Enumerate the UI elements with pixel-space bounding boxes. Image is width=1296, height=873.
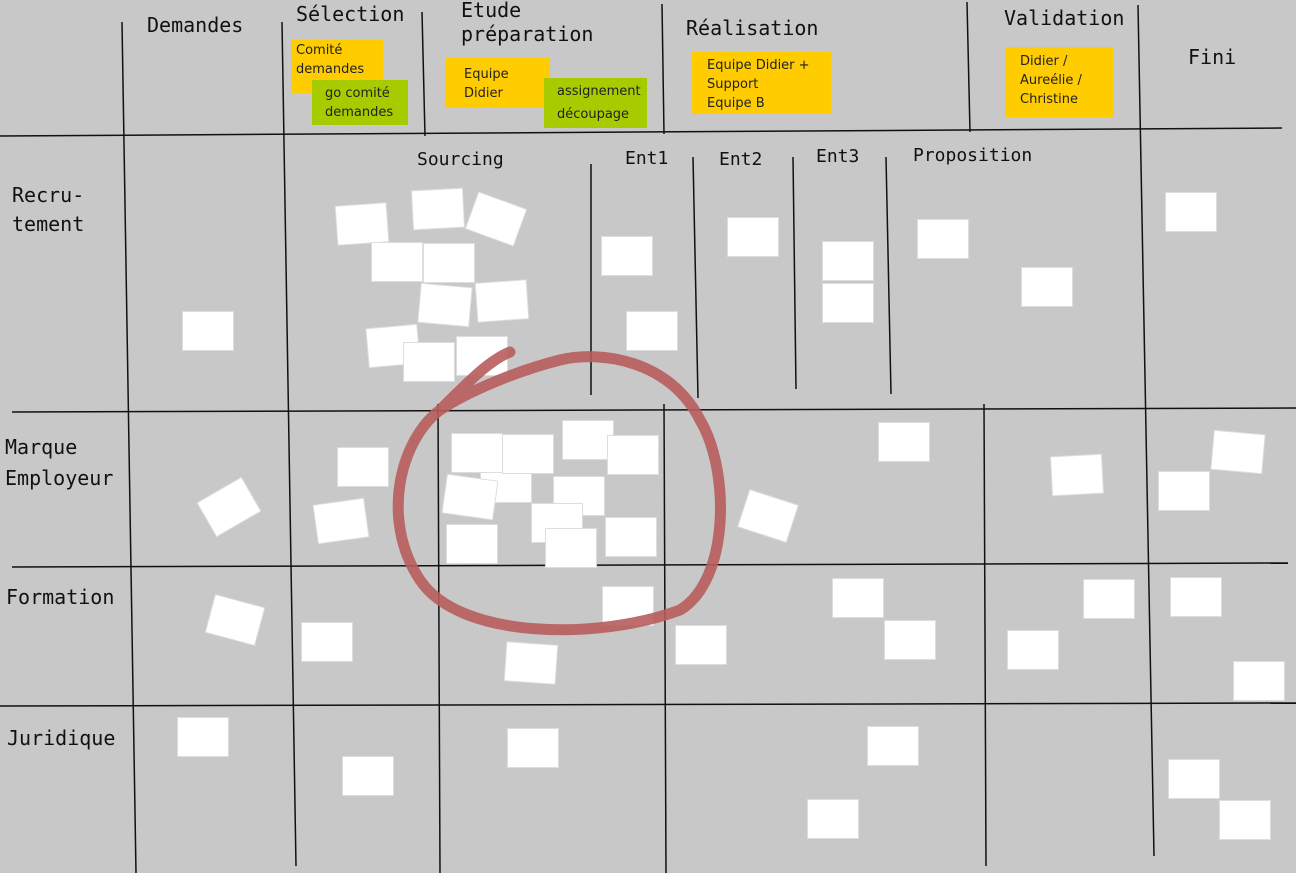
red-circle-annotation <box>392 346 726 636</box>
highlight-circle <box>392 346 726 636</box>
